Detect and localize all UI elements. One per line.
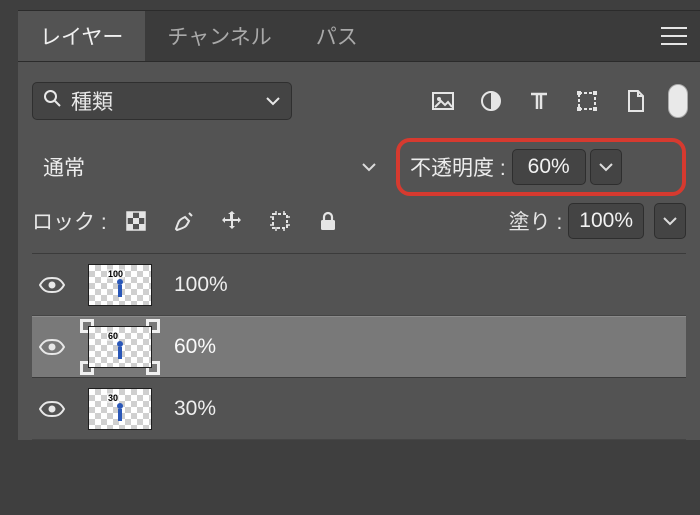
filter-type-layer-icon[interactable] [524,86,554,116]
panel-tabs: レイヤー チャンネル パス [18,10,700,62]
filter-type-dropdown[interactable]: 種類 [32,82,292,120]
blend-opacity-row: 通常 不透明度 : 60% [32,144,686,190]
blend-mode-value: 通常 [43,152,85,182]
tab-paths[interactable]: パス [294,11,380,61]
panel-menu-icon[interactable] [648,11,700,61]
search-icon [43,89,61,113]
blend-mode-dropdown[interactable]: 通常 [32,147,392,187]
layers-panel: レイヤー チャンネル パス 種類 [0,10,700,440]
fill-value-field[interactable]: 100% [568,203,644,239]
lock-all-icon[interactable] [313,206,343,236]
fill-group: 塗り : 100% [509,203,686,239]
layer-thumbnail[interactable]: 100 [84,261,156,309]
fill-dropdown[interactable] [654,203,686,239]
visibility-toggle[interactable] [38,338,66,356]
layer-thumbnail[interactable]: 30 [84,385,156,433]
filter-type-label: 種類 [71,86,113,116]
layer-thumbnail[interactable]: 60 [84,323,156,371]
opacity-highlight: 不透明度 : 60% [396,138,686,196]
lock-image-icon[interactable] [169,206,199,236]
lock-transparency-icon[interactable] [121,206,151,236]
layer-name[interactable]: 60% [174,335,216,359]
lock-fill-row: ロック : 塗り : 100% [32,198,686,254]
filter-smartobject-icon[interactable] [620,86,650,116]
filter-toggle[interactable] [668,84,688,118]
layer-name[interactable]: 100% [174,273,228,297]
lock-icons [121,206,343,236]
filter-pixel-icon[interactable] [428,86,458,116]
filter-adjustment-icon[interactable] [476,86,506,116]
opacity-label: 不透明度 : [410,152,506,182]
fill-label: 塗り : [509,206,563,236]
layer-row[interactable]: 100 100% [32,254,686,316]
visibility-toggle[interactable] [38,276,66,294]
panel-body: 種類 通常 [18,62,700,440]
layer-row[interactable]: 60 60% [32,316,686,378]
opacity-value-field[interactable]: 60% [512,149,586,185]
tab-layers[interactable]: レイヤー [18,11,145,61]
layers-list: 100 100% 60 60% 30 [32,254,686,440]
lock-position-icon[interactable] [217,206,247,236]
opacity-dropdown[interactable] [590,149,622,185]
visibility-toggle[interactable] [38,400,66,418]
filter-row: 種類 [32,80,686,122]
lock-artboard-icon[interactable] [265,206,295,236]
chevron-down-icon [361,155,377,179]
chevron-down-icon [265,89,281,113]
layer-name[interactable]: 30% [174,397,216,421]
filter-shape-icon[interactable] [572,86,602,116]
lock-label: ロック : [32,206,107,236]
tab-channels[interactable]: チャンネル [145,11,293,61]
layer-row[interactable]: 30 30% [32,378,686,440]
